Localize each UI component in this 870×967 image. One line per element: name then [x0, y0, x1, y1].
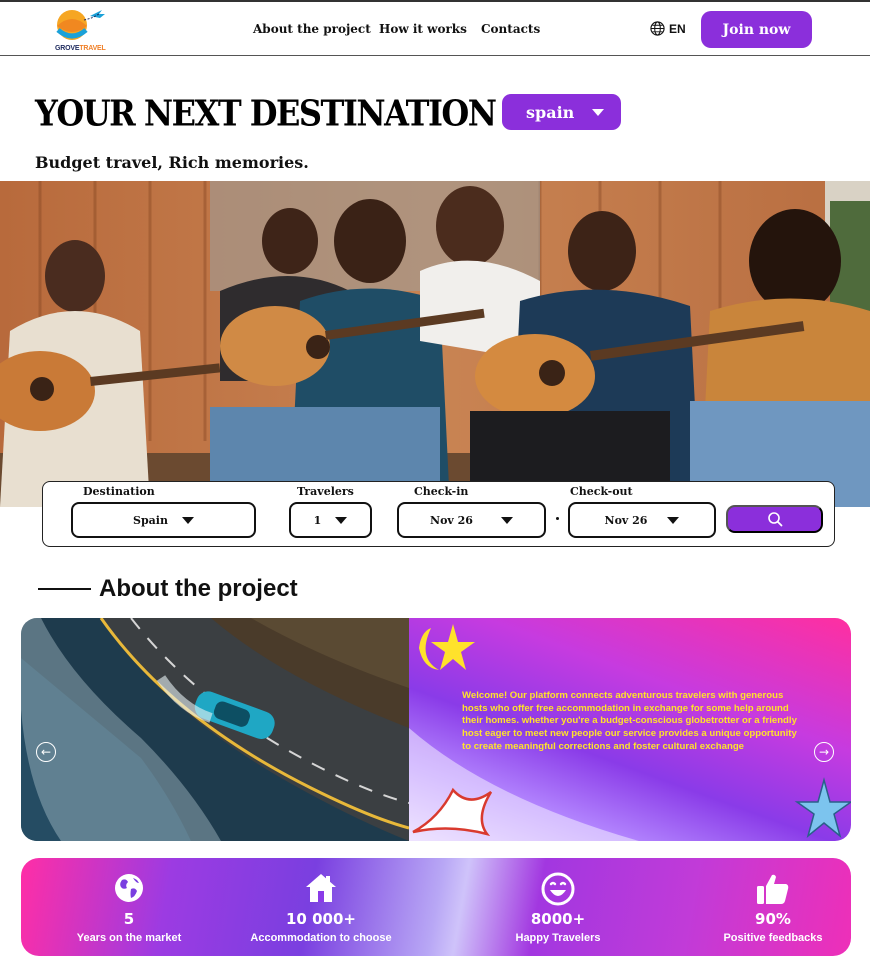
- logo-icon: [56, 10, 105, 40]
- stat-label: Happy Travelers: [515, 932, 601, 944]
- arrow-right-icon: →: [818, 745, 830, 759]
- globe-icon: [650, 21, 665, 36]
- road-car-image: [21, 618, 410, 841]
- language-switcher[interactable]: EN: [650, 21, 686, 36]
- thumbs-up-icon: [757, 874, 789, 904]
- stat-value: 8000+: [530, 910, 586, 928]
- chevron-down-icon: [592, 108, 605, 116]
- stat-feedbacks: 90% Positive feedbacks: [683, 858, 851, 956]
- destination-field-value: Spain: [133, 513, 168, 527]
- about-section-heading: About the project: [38, 575, 298, 603]
- search-bar: Destination Spain Travelers 1 Check-in N…: [42, 481, 835, 547]
- logo[interactable]: GROVETRAVEL: [50, 8, 110, 54]
- carousel-prev-button[interactable]: ←: [36, 742, 56, 762]
- travelers-field[interactable]: 1: [289, 502, 372, 538]
- stat-value: 10 000+: [286, 910, 356, 928]
- stat-accommodation: 10 000+ Accommodation to choose: [231, 858, 411, 956]
- stat-label: Positive feedbacks: [723, 932, 823, 944]
- tagline: Budget travel, Rich memories.: [35, 153, 309, 172]
- about-carousel: Welcome! Our platform connects adventuro…: [21, 618, 851, 841]
- arrow-left-icon: ←: [40, 745, 52, 759]
- stat-years: 5 Years on the market: [39, 858, 219, 956]
- chevron-down-icon: [500, 516, 513, 524]
- checkout-field[interactable]: Nov 26: [568, 502, 716, 538]
- stat-value: 90%: [755, 910, 791, 928]
- checkout-label: Check-out: [570, 485, 633, 498]
- destination-select[interactable]: spain: [502, 94, 621, 130]
- hero-title: YOUR NEXT DESTINATION IS: [35, 92, 542, 135]
- hero-photo: [0, 181, 870, 507]
- search-icon: [767, 512, 782, 527]
- stat-label: Years on the market: [76, 932, 182, 944]
- stat-travelers: 8000+ Happy Travelers: [468, 858, 648, 956]
- separator-dot: [556, 517, 559, 520]
- stat-label: Accommodation to choose: [250, 932, 392, 944]
- house-icon: [306, 874, 336, 902]
- about-text-panel: Welcome! Our platform connects adventuro…: [409, 618, 851, 841]
- smile-icon: [541, 872, 575, 906]
- checkin-label: Check-in: [414, 485, 469, 498]
- nav-how-it-works[interactable]: How it works: [379, 22, 467, 36]
- travelers-field-value: 1: [313, 513, 322, 527]
- chevron-down-icon: [335, 516, 348, 524]
- join-now-button[interactable]: Join now: [701, 11, 812, 48]
- search-button[interactable]: [726, 505, 823, 533]
- globe-icon: [115, 874, 143, 902]
- checkout-field-value: Nov 26: [604, 513, 648, 527]
- nav-about-project[interactable]: About the project: [253, 22, 371, 36]
- heading-line: [38, 588, 91, 590]
- logo-text: GROVETRAVEL: [55, 45, 106, 52]
- chevron-down-icon: [667, 516, 680, 524]
- destination-select-value: spain: [526, 102, 575, 122]
- about-title: About the project: [99, 575, 298, 602]
- nav-contacts[interactable]: Contacts: [481, 22, 540, 36]
- checkin-field-value: Nov 26: [430, 513, 473, 527]
- stats-banner: 5 Years on the market 10 000+ Accommodat…: [21, 858, 851, 956]
- destination-field[interactable]: Spain: [71, 502, 256, 538]
- chevron-down-icon: [181, 516, 194, 524]
- checkin-field[interactable]: Nov 26: [397, 502, 546, 538]
- top-header: GROVETRAVEL About the project How it wor…: [0, 0, 870, 56]
- carousel-next-button[interactable]: →: [814, 742, 834, 762]
- language-label: EN: [669, 21, 686, 36]
- destination-label: Destination: [83, 485, 155, 498]
- stat-value: 5: [123, 910, 135, 928]
- about-description: Welcome! Our platform connects adventuro…: [462, 690, 797, 752]
- travelers-label: Travelers: [297, 485, 354, 498]
